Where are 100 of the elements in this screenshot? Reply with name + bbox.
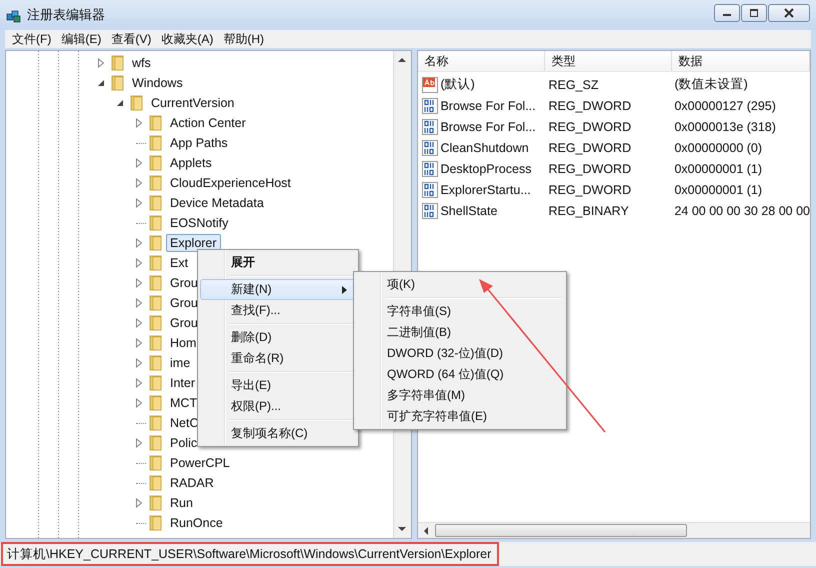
value-data: 0x0000013e (318) — [673, 120, 777, 134]
collapsed-triangle-icon[interactable] — [135, 438, 143, 448]
tree-item[interactable]: Hom — [166, 334, 200, 352]
collapsed-triangle-icon[interactable] — [135, 238, 143, 248]
context-menu-item[interactable]: 权限(P)... — [200, 396, 356, 417]
context-menu-item[interactable]: 查找(F)... — [200, 300, 356, 321]
submenu-item[interactable]: QWORD (64 位)值(Q) — [356, 364, 564, 385]
maximize-button[interactable] — [741, 4, 767, 22]
collapsed-triangle-icon[interactable] — [97, 58, 105, 68]
tree-item[interactable]: CurrentVersion — [147, 94, 238, 112]
tree-item[interactable]: wfs — [128, 54, 155, 72]
collapsed-triangle-icon[interactable] — [135, 318, 143, 328]
collapsed-triangle-icon[interactable] — [135, 378, 143, 388]
value-name[interactable]: (默认) — [440, 76, 475, 93]
collapsed-triangle-icon[interactable] — [135, 298, 143, 308]
value-name[interactable]: Browse For Fol... — [440, 98, 536, 112]
tree-item[interactable]: ime — [166, 354, 194, 372]
tree-item[interactable]: Inter — [166, 374, 200, 392]
value-type: REG_DWORD — [547, 120, 632, 134]
value-type: REG_DWORD — [547, 140, 632, 154]
collapsed-triangle-icon[interactable] — [135, 198, 143, 208]
tree-item[interactable]: Polic — [166, 434, 202, 452]
tree-item[interactable]: Device Metadata — [166, 194, 268, 212]
scroll-thumb[interactable] — [435, 524, 688, 537]
maximize-icon — [749, 9, 759, 17]
expanded-triangle-icon[interactable] — [97, 79, 105, 87]
folder-icon — [148, 475, 164, 491]
tree-item[interactable]: PowerCPL — [166, 454, 234, 472]
collapsed-triangle-icon[interactable] — [135, 258, 143, 268]
tree-item[interactable]: CloudExperienceHost — [166, 174, 295, 192]
collapsed-triangle-icon[interactable] — [135, 498, 143, 508]
menu-item[interactable]: 帮助(H) — [220, 30, 271, 48]
collapsed-triangle-icon[interactable] — [135, 358, 143, 368]
context-menu-item[interactable]: 展开 — [200, 252, 356, 273]
tree-item[interactable]: Ext — [166, 254, 192, 272]
ab-value-icon — [422, 76, 438, 92]
folder-icon — [148, 255, 164, 271]
column-header[interactable]: 数据 — [672, 51, 810, 71]
submenu-item[interactable]: 字符串值(S) — [356, 301, 564, 322]
submenu-item[interactable]: DWORD (32-位)值(D) — [356, 343, 564, 364]
status-path: 计算机\HKEY_CURRENT_USER\Software\Microsoft\Windows\CurrentVersion\Explorer — [7, 546, 492, 562]
tree-item[interactable]: RADAR — [166, 474, 218, 492]
window-title: 注册表编辑器 — [27, 6, 105, 24]
column-header[interactable]: 类型 — [545, 51, 672, 71]
context-menu-item[interactable]: 重命名(R) — [200, 348, 356, 369]
tree-item[interactable]: Applets — [166, 154, 216, 172]
tree-item[interactable]: App Paths — [166, 134, 232, 152]
scroll-left-arrow-icon[interactable] — [423, 526, 430, 534]
menu-item[interactable]: 查看(V) — [108, 30, 158, 48]
scroll-down-arrow-icon[interactable] — [398, 526, 406, 532]
menu-item[interactable]: 编辑(E) — [58, 30, 108, 48]
folder-icon — [148, 515, 164, 531]
value-name[interactable]: ExplorerStartu... — [440, 182, 531, 196]
submenu-item[interactable]: 项(K) — [356, 274, 564, 295]
context-menu-item[interactable]: 新建(N) — [200, 279, 356, 300]
submenu-item[interactable]: 二进制值(B) — [356, 322, 564, 343]
folder-icon — [148, 155, 164, 171]
collapsed-triangle-icon[interactable] — [135, 158, 143, 168]
minimize-button[interactable] — [714, 4, 740, 22]
tree-item[interactable]: Run — [166, 494, 197, 512]
value-name[interactable]: CleanShutdown — [440, 140, 529, 154]
value-data: 0x00000127 (295) — [673, 98, 777, 112]
tree-item[interactable]: Action Center — [166, 114, 250, 132]
submenu-item[interactable]: 可扩充字符串值(E) — [356, 406, 564, 427]
folder-icon — [110, 55, 126, 71]
folder-icon — [129, 95, 145, 111]
menu-item[interactable]: 文件(F) — [9, 30, 58, 48]
menu-item[interactable]: 收藏夹(A) — [158, 30, 220, 48]
value-type: REG_DWORD — [547, 162, 632, 176]
collapsed-triangle-icon[interactable] — [135, 178, 143, 188]
folder-icon — [148, 495, 164, 511]
tree-item[interactable]: EOSNotify — [166, 214, 232, 232]
submenu-arrow-icon — [342, 286, 347, 294]
collapsed-triangle-icon[interactable] — [135, 338, 143, 348]
tree-item[interactable]: Windows — [128, 74, 187, 92]
close-button[interactable] — [768, 4, 810, 22]
value-type: REG_BINARY — [547, 204, 630, 218]
column-header[interactable]: 名称 — [418, 51, 546, 71]
collapsed-triangle-icon[interactable] — [135, 398, 143, 408]
value-name[interactable]: ShellState — [440, 204, 498, 218]
tree-item[interactable]: RunOnce — [166, 514, 227, 532]
folder-icon — [148, 235, 164, 251]
tree-item[interactable]: MCT — [166, 394, 202, 412]
collapsed-triangle-icon[interactable] — [135, 278, 143, 288]
folder-icon — [110, 75, 126, 91]
context-menu-item[interactable]: 导出(E) — [200, 375, 356, 396]
tree-item[interactable]: Explorer — [166, 234, 221, 252]
folder-icon — [148, 355, 164, 371]
scroll-up-arrow-icon[interactable] — [398, 57, 406, 63]
value-name[interactable]: DesktopProcess — [440, 162, 532, 176]
context-menu-item[interactable]: 复制项名称(C) — [200, 423, 356, 444]
context-menu-item[interactable]: 删除(D) — [200, 327, 356, 348]
folder-icon — [148, 395, 164, 411]
value-name[interactable]: Browse For Fol... — [440, 120, 536, 134]
expanded-triangle-icon[interactable] — [116, 99, 124, 107]
collapsed-triangle-icon[interactable] — [135, 118, 143, 128]
folder-icon — [148, 215, 164, 231]
folder-icon — [148, 415, 164, 431]
folder-icon — [148, 195, 164, 211]
submenu-item[interactable]: 多字符串值(M) — [356, 385, 564, 406]
